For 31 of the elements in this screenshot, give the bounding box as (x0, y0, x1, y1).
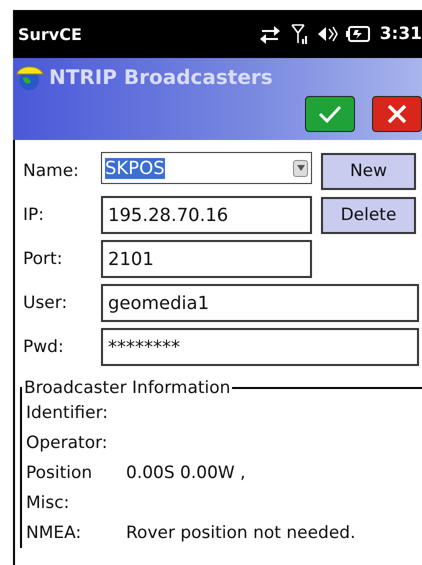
speaker-icon (316, 24, 338, 44)
battery-icon (346, 24, 372, 44)
info-value: 0.00S 0.00W , (126, 463, 246, 483)
field-label: Port: (22, 249, 64, 269)
sync-arrows-icon (258, 24, 282, 44)
field-label: User: (22, 293, 68, 313)
name-dropdown[interactable]: SKPOS (101, 152, 312, 184)
close-icon (386, 103, 408, 125)
info-label: Operator: (26, 433, 109, 453)
input-field[interactable]: ******** (101, 328, 419, 366)
field-label: Name: (22, 161, 80, 181)
info-label: Identifier: (26, 403, 110, 423)
input-field[interactable]: 2101 (101, 240, 312, 278)
info-label: Misc: (26, 493, 70, 513)
field-label: IP: (22, 205, 45, 225)
ok-button[interactable] (305, 96, 355, 132)
field-label: Pwd: (22, 337, 65, 357)
input-field[interactable]: 195.28.70.16 (101, 196, 312, 234)
check-icon (317, 103, 343, 125)
group-title: Broadcaster Information (23, 378, 232, 398)
cancel-button[interactable] (372, 96, 422, 132)
input-field[interactable]: geomedia1 (101, 284, 419, 322)
info-value: Rover position not needed. (126, 523, 356, 543)
side-button[interactable]: Delete (321, 196, 416, 234)
signal-icon (290, 23, 308, 45)
app-name: SurvCE (18, 24, 82, 44)
clock-time: 3:31 (380, 24, 422, 44)
info-label: NMEA: (26, 523, 82, 543)
info-label: Position (26, 463, 94, 483)
side-button[interactable]: New (321, 152, 416, 190)
window-title: NTRIP Broadcasters (49, 65, 273, 89)
